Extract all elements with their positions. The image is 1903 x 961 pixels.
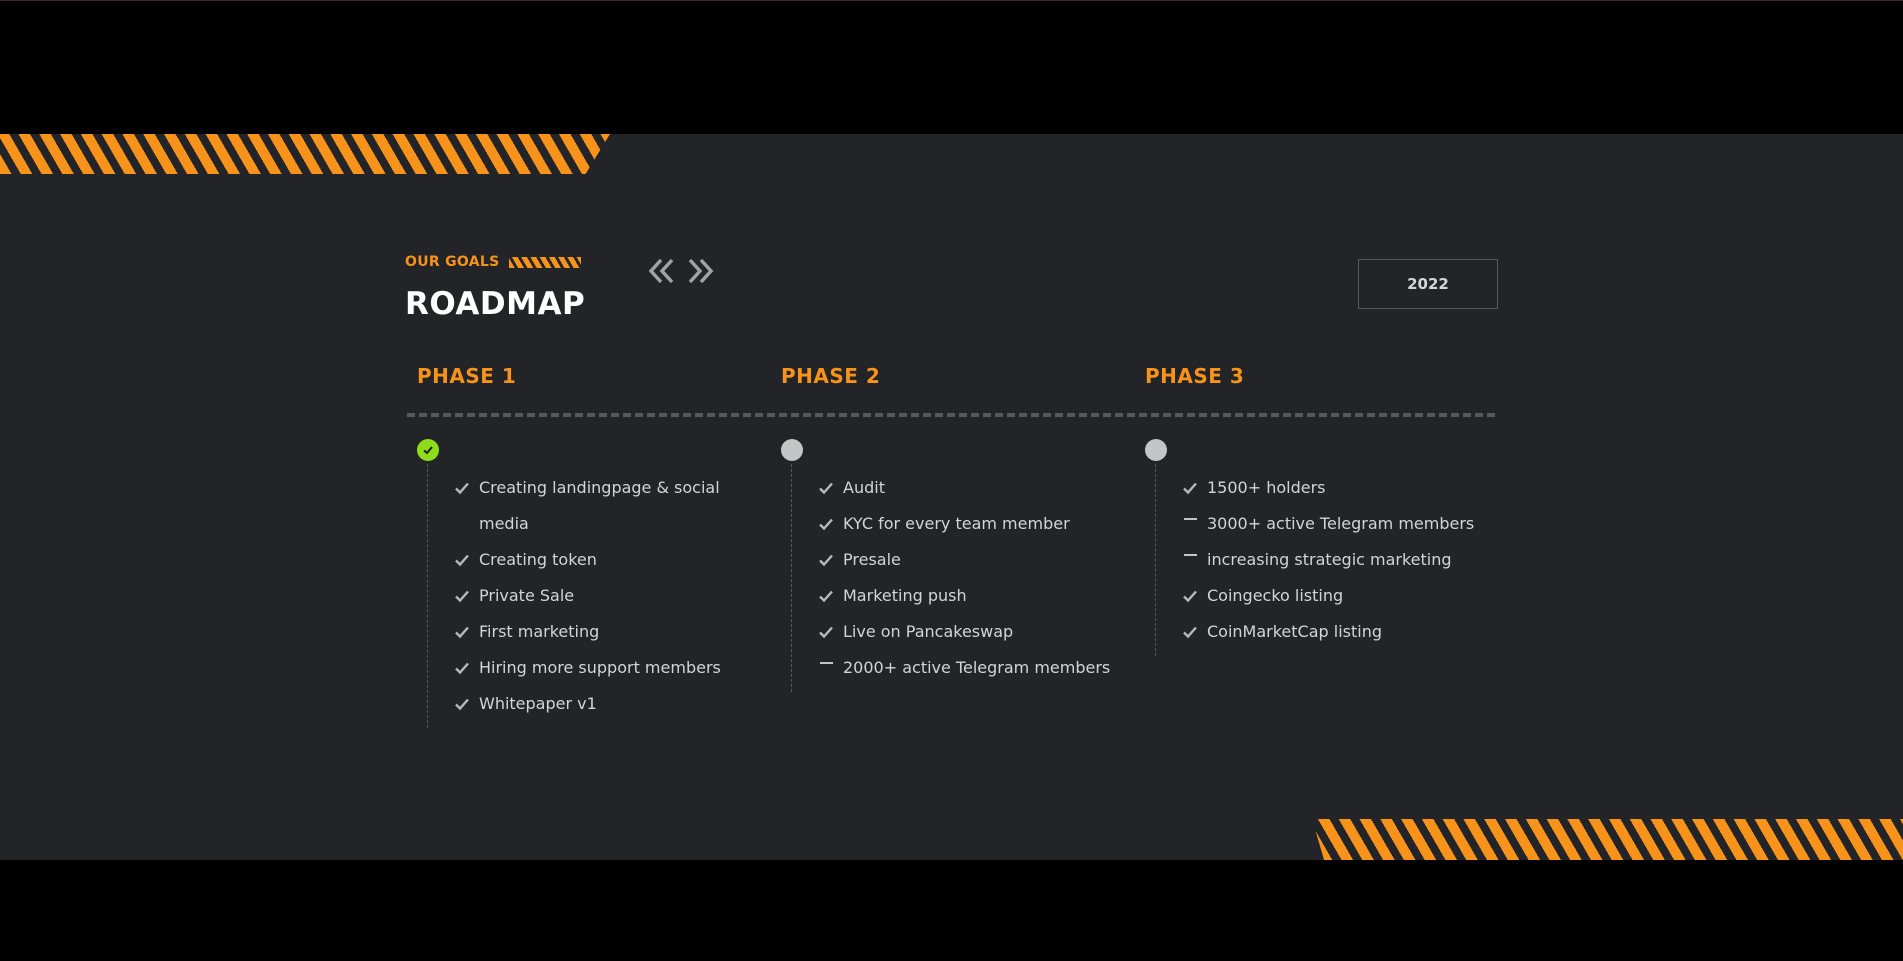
phase-status-done-icon bbox=[417, 439, 439, 461]
check-icon bbox=[817, 506, 835, 542]
list-item-label: Creating token bbox=[479, 550, 597, 569]
list-item-label: First marketing bbox=[479, 622, 600, 641]
phase-status-pending-icon bbox=[781, 439, 803, 461]
phase-timeline-line bbox=[791, 464, 792, 692]
hazard-stripes-bottom bbox=[1312, 819, 1903, 860]
list-item-label: CoinMarketCap listing bbox=[1207, 622, 1383, 641]
check-icon bbox=[453, 650, 471, 686]
list-item-label: Presale bbox=[843, 550, 901, 569]
list-item-label: Live on Pancakeswap bbox=[843, 622, 1014, 641]
eyebrow-stripes bbox=[509, 256, 582, 268]
list-item: Creating landingpage & social media bbox=[443, 470, 727, 542]
phase-title: PHASE 2 bbox=[781, 364, 881, 388]
list-item-label: 2000+ active Telegram members bbox=[843, 658, 1111, 677]
check-icon bbox=[453, 578, 471, 614]
list-item: increasing strategic marketing bbox=[1171, 542, 1527, 578]
list-item-label: increasing strategic marketing bbox=[1207, 550, 1452, 569]
check-icon bbox=[817, 470, 835, 506]
list-item-label: Coingecko listing bbox=[1207, 586, 1344, 605]
list-item: CoinMarketCap listing bbox=[1171, 614, 1527, 650]
list-item: KYC for every team member bbox=[807, 506, 1163, 542]
list-item: Whitepaper v1 bbox=[443, 686, 727, 722]
list-item: Coingecko listing bbox=[1171, 578, 1527, 614]
page-title: ROADMAP bbox=[405, 286, 586, 322]
dash-icon bbox=[1181, 506, 1199, 542]
list-item: Presale bbox=[807, 542, 1163, 578]
double-chevron-left-icon bbox=[648, 258, 674, 284]
list-item-label: Marketing push bbox=[843, 586, 967, 605]
list-item: First marketing bbox=[443, 614, 727, 650]
prev-button[interactable] bbox=[645, 254, 677, 288]
list-item-label: Creating landingpage & social media bbox=[479, 478, 720, 533]
list-item-label: Hiring more support members bbox=[479, 658, 721, 677]
list-item: Live on Pancakeswap bbox=[807, 614, 1163, 650]
list-item-label: 3000+ active Telegram members bbox=[1207, 514, 1475, 533]
list-item-label: Audit bbox=[843, 478, 885, 497]
check-icon bbox=[453, 470, 471, 506]
check-icon bbox=[1181, 614, 1199, 650]
phase-items: 1500+ holders 3000+ active Telegram membe… bbox=[1171, 470, 1527, 650]
list-item: 2000+ active Telegram members bbox=[807, 650, 1163, 686]
dash-icon bbox=[817, 650, 835, 686]
check-icon bbox=[1181, 470, 1199, 506]
list-item: Hiring more support members bbox=[443, 650, 727, 686]
list-item-label: 1500+ holders bbox=[1207, 478, 1326, 497]
bottom-bar bbox=[0, 860, 1903, 961]
check-icon bbox=[1181, 578, 1199, 614]
list-item-label: Private Sale bbox=[479, 586, 575, 605]
list-item-label: Whitepaper v1 bbox=[479, 694, 597, 713]
check-icon bbox=[817, 614, 835, 650]
double-chevron-right-icon bbox=[688, 258, 714, 284]
top-bar bbox=[0, 0, 1903, 134]
phase-timeline-line bbox=[1155, 464, 1156, 656]
hazard-stripes-top bbox=[0, 134, 610, 174]
list-item: Marketing push bbox=[807, 578, 1163, 614]
list-item: 1500+ holders bbox=[1171, 470, 1527, 506]
next-button[interactable] bbox=[685, 254, 717, 288]
eyebrow-label: OUR GOALS bbox=[405, 254, 500, 270]
phase-title: PHASE 3 bbox=[1145, 364, 1245, 388]
check-icon bbox=[453, 686, 471, 722]
list-item: Creating token bbox=[443, 542, 727, 578]
check-icon bbox=[453, 542, 471, 578]
list-item: Audit bbox=[807, 470, 1163, 506]
phase-items: Creating landingpage & social media Creat… bbox=[443, 470, 727, 722]
list-item: Private Sale bbox=[443, 578, 727, 614]
phase-status-pending-icon bbox=[1145, 439, 1167, 461]
check-icon bbox=[817, 578, 835, 614]
phase-timeline-line bbox=[427, 464, 428, 728]
roadmap-section: OUR GOALS ROADMAP 2022 PHASE 1 Creating l… bbox=[0, 134, 1903, 860]
list-item-label: KYC for every team member bbox=[843, 514, 1070, 533]
section-eyebrow: OUR GOALS bbox=[405, 254, 582, 270]
phase-title: PHASE 1 bbox=[417, 364, 517, 388]
list-item: 3000+ active Telegram members bbox=[1171, 506, 1527, 542]
check-icon bbox=[453, 614, 471, 650]
phase-items: Audit KYC for every team member Presale Mar… bbox=[807, 470, 1163, 686]
dash-icon bbox=[1181, 542, 1199, 578]
year-selector[interactable]: 2022 bbox=[1358, 259, 1498, 309]
roadmap-nav bbox=[645, 254, 717, 288]
timeline-divider bbox=[407, 413, 1497, 417]
check-icon bbox=[817, 542, 835, 578]
